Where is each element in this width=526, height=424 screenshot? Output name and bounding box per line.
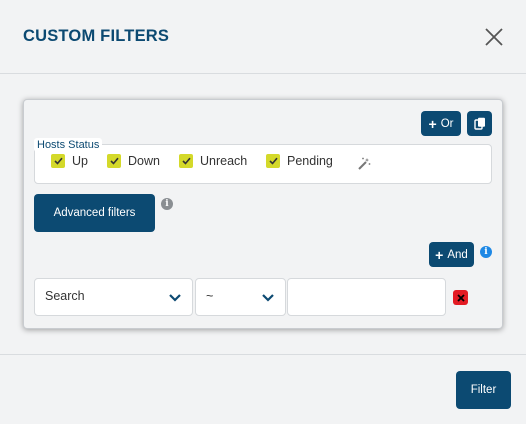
info-icon[interactable]: i (161, 198, 173, 210)
custom-filters-modal: CUSTOM FILTERS + Or Hosts Status Up Down… (0, 0, 526, 424)
or-label: Or (440, 117, 454, 130)
hosts-status-legend: Hosts Status (34, 138, 103, 152)
plus-icon: + (435, 246, 444, 263)
remove-icon (456, 293, 465, 302)
footer-divider (0, 354, 526, 355)
checkbox-label: Pending (287, 154, 333, 168)
and-label: And (447, 248, 468, 261)
check-icon (109, 157, 119, 165)
check-icon (181, 157, 191, 165)
magic-wand-icon[interactable] (357, 157, 371, 171)
status-checkbox-up[interactable]: Up (51, 154, 88, 168)
modal-title: CUSTOM FILTERS (23, 27, 170, 45)
remove-condition-button[interactable] (453, 290, 468, 305)
filter-button[interactable]: Filter (456, 371, 511, 409)
add-and-button[interactable]: + And (429, 242, 474, 267)
status-checkbox-down[interactable]: Down (107, 154, 160, 168)
field-select-value: Search (45, 289, 85, 303)
status-checkbox-pending[interactable]: Pending (266, 154, 333, 168)
advanced-filters-button[interactable]: Advanced filters (34, 194, 155, 232)
checkbox[interactable] (266, 154, 280, 168)
copy-group-button[interactable] (467, 111, 492, 136)
status-checkbox-unreach[interactable]: Unreach (179, 154, 247, 168)
check-icon (268, 157, 278, 165)
operator-select[interactable]: ~ (195, 278, 286, 316)
operator-select-value: ~ (206, 289, 214, 303)
field-select[interactable]: Search (34, 278, 193, 316)
plus-icon: + (428, 115, 437, 132)
add-or-button[interactable]: + Or (421, 111, 461, 136)
checkbox-label: Down (128, 154, 160, 168)
info-icon[interactable]: i (480, 246, 492, 258)
modal-header: CUSTOM FILTERS (0, 0, 526, 74)
chevron-down-icon (169, 294, 181, 302)
filter-group-panel: + Or Hosts Status Up Down Unreach Pendin… (23, 99, 503, 329)
close-icon[interactable] (483, 26, 505, 48)
checkbox[interactable] (107, 154, 121, 168)
checkbox[interactable] (179, 154, 193, 168)
checkbox-label: Unreach (200, 154, 248, 168)
checkbox[interactable] (51, 154, 65, 168)
checkbox-label: Up (72, 154, 88, 168)
hosts-status-box (34, 144, 492, 184)
check-icon (53, 157, 63, 165)
copy-icon (473, 117, 485, 130)
chevron-down-icon (262, 294, 274, 302)
condition-value-input[interactable] (287, 278, 446, 316)
